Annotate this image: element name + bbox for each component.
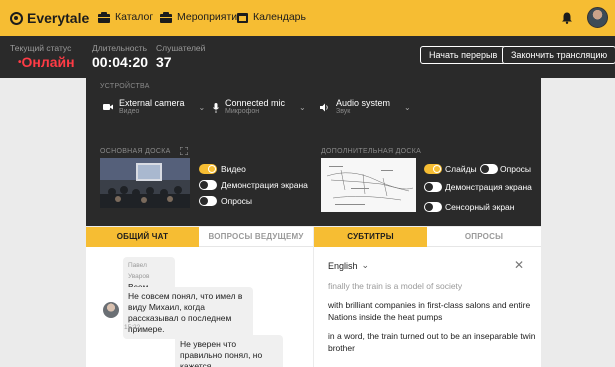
video-toggle[interactable]: [199, 164, 217, 174]
extra-board-preview[interactable]: [321, 158, 416, 212]
main-board-title: ОСНОВНАЯ ДОСКА: [100, 148, 171, 155]
touch-screen-toggle[interactable]: [424, 202, 442, 212]
device-camera[interactable]: External camera Видео ⌄: [103, 98, 205, 115]
message-time: 15:22: [124, 324, 141, 331]
current-status-label: Текущий статус: [10, 43, 72, 53]
tab-host-questions[interactable]: ВОПРОСЫ ВЕДУЩЕМУ: [199, 227, 313, 247]
slides-toggle[interactable]: [424, 164, 442, 174]
screen-share-toggle-label: Демонстрация экрана: [221, 180, 308, 190]
nav-item-calendar[interactable]: Календарь: [237, 11, 306, 23]
message-author: Павел Уваров: [128, 262, 150, 280]
device-microphone[interactable]: Connected mic Микрофон ⌄: [213, 98, 306, 115]
nav-item-label: Календарь: [253, 11, 306, 23]
video-camera-icon: [103, 104, 113, 110]
chat-message: Не совсем понял, что имел в виду Михаил,…: [123, 287, 253, 339]
current-status-value: •Онлайн: [18, 54, 75, 70]
tab-polls[interactable]: ОПРОСЫ: [427, 227, 541, 247]
viewers-value: 37: [156, 54, 172, 70]
language-value: English: [328, 260, 358, 271]
end-broadcast-button[interactable]: Закончить трансляцию: [502, 46, 615, 64]
app-name: Everytale: [27, 10, 90, 26]
subtitle-line: with brilliant companies in first-class …: [328, 300, 531, 322]
screen-share-toggle[interactable]: [199, 180, 217, 190]
extra-board-title: ДОПОЛНИТЕЛЬНАЯ ДОСКА: [321, 148, 422, 155]
viewers-label: Слушателей: [156, 43, 206, 53]
user-avatar[interactable]: [587, 7, 608, 28]
events-icon: [160, 11, 172, 23]
device-name: External camera: [119, 98, 185, 108]
subtitle-line: in a word, the train turned out to be an…: [328, 331, 536, 353]
bell-icon[interactable]: [562, 12, 572, 24]
chat-message-own: Не уверен что правильно понял, но кажетс…: [175, 335, 283, 367]
catalog-icon: [98, 11, 110, 23]
logo-icon: [10, 11, 23, 25]
extra-polls-toggle-label: Опросы: [500, 164, 532, 174]
extra-screen-share-toggle[interactable]: [424, 182, 442, 192]
language-select[interactable]: English ⌄: [328, 260, 369, 271]
message-text: Не совсем понял, что имел в виду Михаил,…: [128, 291, 243, 334]
nav-item-events[interactable]: Мероприятия: [160, 11, 243, 23]
calendar-icon: [237, 12, 248, 23]
main-board-preview[interactable]: [100, 158, 190, 208]
top-navigation-bar: Everytale Каталог Мероприятия Календарь: [0, 0, 615, 36]
device-type: Видео: [119, 108, 140, 115]
speaker-icon: [320, 103, 328, 112]
duration-value: 00:04:20: [92, 54, 149, 70]
device-name: Audio system: [336, 98, 391, 108]
device-audio[interactable]: Audio system Звук ⌄: [320, 98, 411, 115]
close-icon[interactable]: ✕: [514, 258, 524, 272]
app-logo[interactable]: Everytale: [10, 10, 89, 26]
polls-toggle[interactable]: [199, 196, 217, 206]
extra-polls-toggle[interactable]: [480, 164, 498, 174]
devices-section-title: УСТРОЙСТВА: [100, 83, 150, 90]
polls-toggle-label: Опросы: [221, 196, 253, 206]
start-break-button[interactable]: Начать перерыв: [420, 46, 507, 64]
chevron-down-icon: ⌄: [404, 103, 411, 112]
tab-subtitles[interactable]: СУБТИТРЫ: [314, 227, 427, 247]
nav-item-label: Мероприятия: [177, 11, 243, 23]
online-text: Онлайн: [21, 54, 75, 70]
subtitle-line: finally the train is a model of society: [328, 281, 463, 291]
duration-label: Длительность: [92, 43, 148, 53]
broadcast-status-bar: Текущий статус •Онлайн Длительность 00:0…: [0, 36, 615, 78]
chevron-down-icon: ⌄: [361, 260, 370, 270]
chevron-down-icon: ⌄: [299, 103, 306, 112]
chevron-down-icon: ⌄: [198, 103, 206, 112]
touch-screen-toggle-label: Сенсорный экран: [445, 202, 515, 212]
microphone-icon: [213, 103, 219, 113]
nav-item-catalog[interactable]: Каталог: [98, 11, 153, 23]
tab-general-chat[interactable]: ОБЩИЙ ЧАТ: [86, 227, 199, 247]
device-name: Connected mic: [225, 98, 286, 108]
device-type: Звук: [336, 108, 351, 115]
message-text: Не уверен что правильно понял, но кажетс…: [180, 339, 263, 367]
chat-user-avatar: [103, 302, 119, 318]
device-type: Микрофон: [225, 108, 260, 115]
fullscreen-icon[interactable]: [180, 147, 188, 155]
nav-item-label: Каталог: [115, 11, 154, 23]
video-toggle-label: Видео: [221, 164, 246, 174]
extra-screen-share-toggle-label: Демонстрация экрана: [445, 182, 532, 192]
slides-toggle-label: Слайды: [445, 164, 477, 174]
